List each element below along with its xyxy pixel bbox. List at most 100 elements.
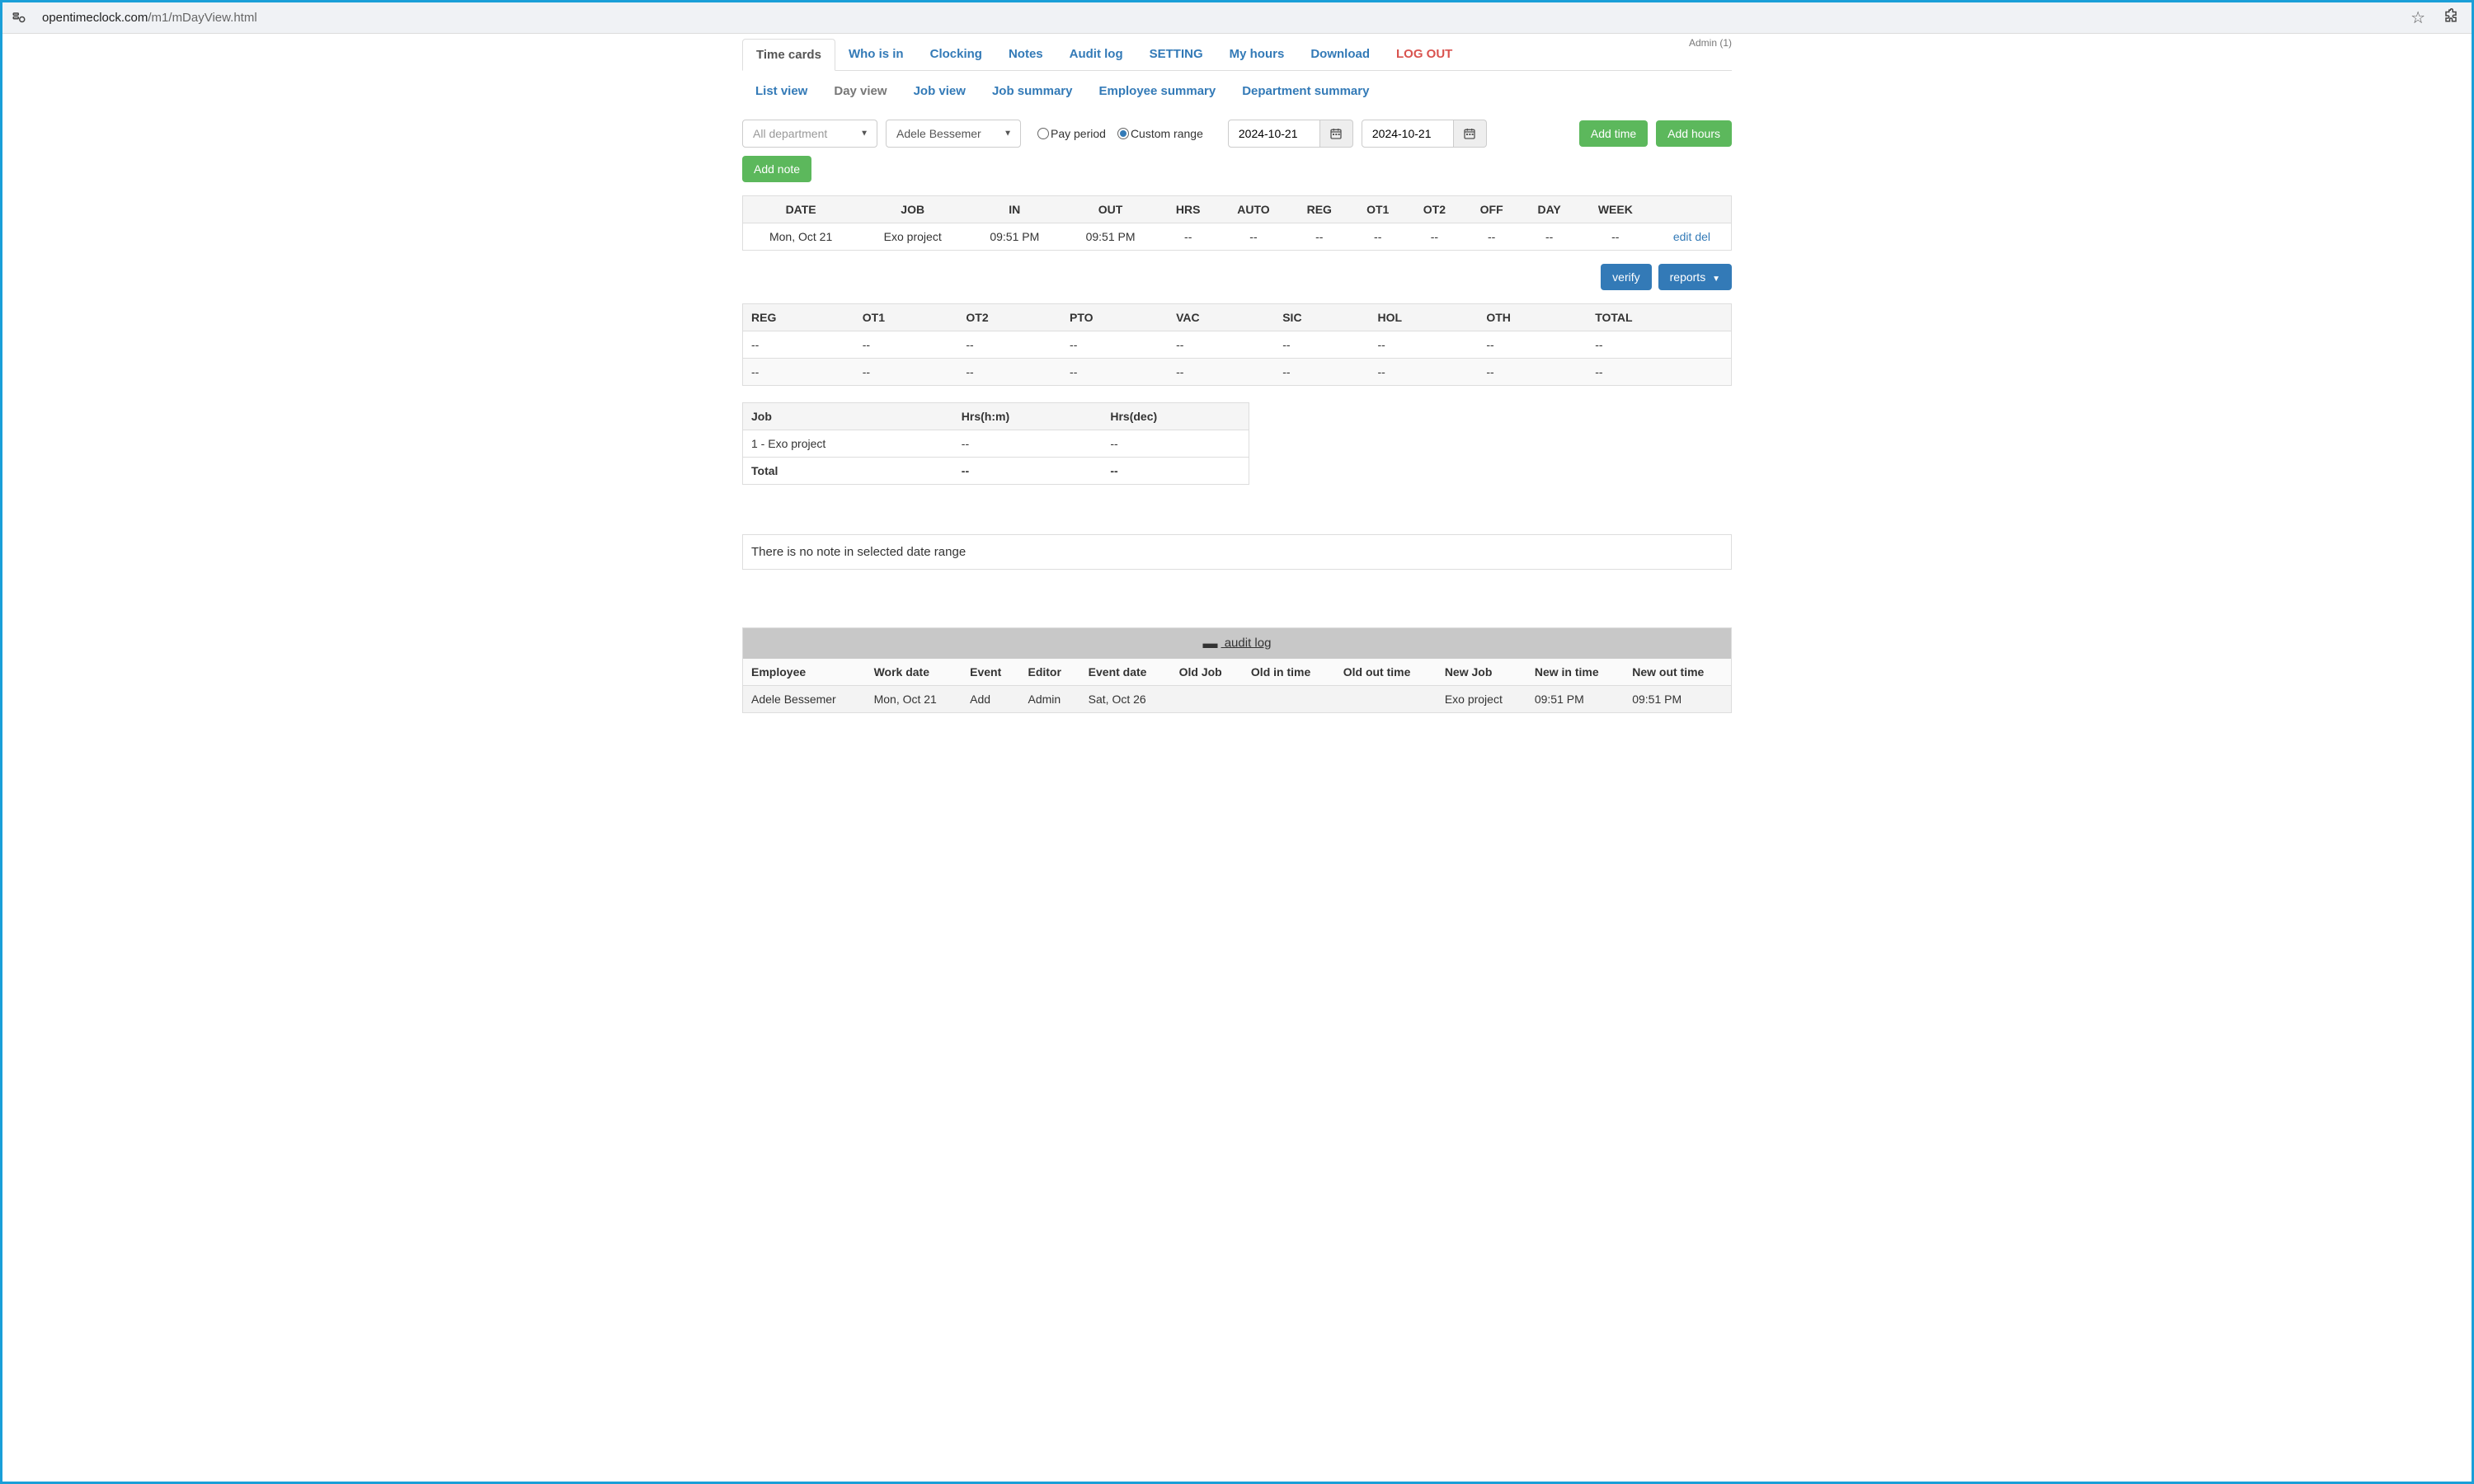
table-row: Adele Bessemer Mon, Oct 21 Add Admin Sat… [743, 686, 1731, 713]
cell-job: Exo project [858, 223, 967, 251]
col-week: WEEK [1578, 196, 1653, 223]
col-ot2: OT2 [1406, 196, 1463, 223]
nav-time-cards[interactable]: Time cards [742, 39, 835, 71]
cell-off: -- [1463, 223, 1521, 251]
employee-select[interactable]: Adele Bessemer ▼ [886, 120, 1021, 148]
nav-notes[interactable]: Notes [995, 39, 1056, 70]
col-hrs-dec: Hrs(dec) [1102, 403, 1249, 430]
cell-ot2: -- [1406, 223, 1463, 251]
radio-icon [1037, 128, 1049, 139]
col-oth: OTH [1478, 304, 1587, 331]
cell-employee: Adele Bessemer [743, 686, 866, 713]
nav-setting[interactable]: SETTING [1136, 39, 1216, 70]
cell-old-in [1243, 686, 1335, 713]
col-old-in: Old in time [1243, 659, 1335, 686]
subnav-job-view[interactable]: Job view [901, 77, 979, 105]
custom-range-radio[interactable]: Custom range [1117, 127, 1203, 140]
admin-badge: Admin (1) [1689, 37, 1732, 49]
col-vac: VAC [1168, 304, 1274, 331]
site-settings-icon[interactable] [11, 10, 27, 26]
cell-new-job: Exo project [1437, 686, 1526, 713]
add-hours-button[interactable]: Add hours [1656, 120, 1732, 147]
cell-day: -- [1521, 223, 1578, 251]
subnav-list-view[interactable]: List view [742, 77, 821, 105]
col-off: OFF [1463, 196, 1521, 223]
add-note-button[interactable]: Add note [742, 156, 811, 182]
date-start-group [1228, 120, 1353, 148]
col-out: OUT [1062, 196, 1158, 223]
subnav-job-summary[interactable]: Job summary [979, 77, 1086, 105]
col-day: DAY [1521, 196, 1578, 223]
date-start-calendar-button[interactable] [1320, 120, 1353, 148]
col-new-job: New Job [1437, 659, 1526, 686]
edit-link[interactable]: edit [1673, 230, 1692, 243]
cell-hrs: -- [1159, 223, 1218, 251]
department-select[interactable]: All department ▼ [742, 120, 877, 148]
col-job: JOB [858, 196, 967, 223]
nav-audit-log[interactable]: Audit log [1056, 39, 1136, 70]
pay-period-radio[interactable]: Pay period [1037, 127, 1106, 140]
reports-button[interactable]: reports ▼ [1658, 264, 1732, 290]
col-event-date: Event date [1080, 659, 1171, 686]
date-start-input[interactable] [1228, 120, 1320, 148]
col-pto: PTO [1061, 304, 1168, 331]
col-reg: REG [743, 304, 854, 331]
col-editor: Editor [1019, 659, 1079, 686]
cell-reg: -- [1289, 223, 1349, 251]
subnav-day-view[interactable]: Day view [821, 77, 900, 105]
extensions-icon[interactable] [2439, 8, 2463, 27]
notes-empty-message: There is no note in selected date range [742, 534, 1732, 570]
url-field[interactable]: opentimeclock.com/m1/mDayView.html [35, 7, 2397, 28]
cell-work-date: Mon, Oct 21 [866, 686, 962, 713]
cell-in: 09:51 PM [967, 223, 1062, 251]
cell-new-out: 09:51 PM [1624, 686, 1731, 713]
verify-button[interactable]: verify [1601, 264, 1651, 290]
cell-event: Add [962, 686, 1019, 713]
nav-log-out[interactable]: LOG OUT [1383, 39, 1465, 70]
cell-event-date: Sat, Oct 26 [1080, 686, 1171, 713]
department-select-value: All department [753, 127, 827, 140]
bookmark-star-icon[interactable]: ☆ [2406, 7, 2430, 28]
add-time-button[interactable]: Add time [1579, 120, 1648, 147]
audit-log-table: Employee Work date Event Editor Event da… [743, 659, 1731, 712]
cell-out: 09:51 PM [1062, 223, 1158, 251]
cell-old-out [1335, 686, 1437, 713]
nav-my-hours[interactable]: My hours [1216, 39, 1298, 70]
col-new-in: New in time [1526, 659, 1624, 686]
nav-who-is-in[interactable]: Who is in [835, 39, 917, 70]
audit-log-header[interactable]: ▬ audit log [743, 628, 1731, 659]
col-total: TOTAL [1587, 304, 1731, 331]
audit-log-link[interactable]: audit log [1221, 636, 1272, 650]
nav-clocking[interactable]: Clocking [917, 39, 995, 70]
subnav-employee-summary[interactable]: Employee summary [1085, 77, 1229, 105]
col-ot1: OT1 [1349, 196, 1406, 223]
sub-nav: List view Day view Job view Job summary … [742, 71, 1732, 111]
calendar-icon [1463, 127, 1476, 140]
cell-actions: edit del [1653, 223, 1732, 251]
col-work-date: Work date [866, 659, 962, 686]
col-reg: REG [1289, 196, 1349, 223]
col-old-job: Old Job [1171, 659, 1243, 686]
cell-ot1: -- [1349, 223, 1406, 251]
date-end-input[interactable] [1362, 120, 1454, 148]
col-employee: Employee [743, 659, 866, 686]
cell-date: Mon, Oct 21 [743, 223, 859, 251]
subnav-department-summary[interactable]: Department summary [1229, 77, 1382, 105]
date-end-calendar-button[interactable] [1454, 120, 1487, 148]
col-ot1: OT1 [854, 304, 958, 331]
col-hrs-hm: Hrs(h:m) [953, 403, 1103, 430]
nav-download[interactable]: Download [1297, 39, 1383, 70]
delete-link[interactable]: del [1695, 230, 1710, 243]
url-host: opentimeclock.com [42, 11, 148, 25]
audit-log-section: ▬ audit log Employee Work date Event Edi… [742, 627, 1732, 713]
cell-week: -- [1578, 223, 1653, 251]
minus-icon: ▬ [1203, 635, 1218, 651]
caret-down-icon: ▼ [1712, 275, 1720, 284]
cell-total-label: Total [743, 458, 953, 485]
cell-new-in: 09:51 PM [1526, 686, 1624, 713]
radio-icon [1117, 128, 1129, 139]
col-in: IN [967, 196, 1062, 223]
totals-table: REG OT1 OT2 PTO VAC SIC HOL OTH TOTAL --… [742, 303, 1732, 386]
col-hol: HOL [1370, 304, 1479, 331]
table-row: ------------------ [743, 359, 1732, 386]
